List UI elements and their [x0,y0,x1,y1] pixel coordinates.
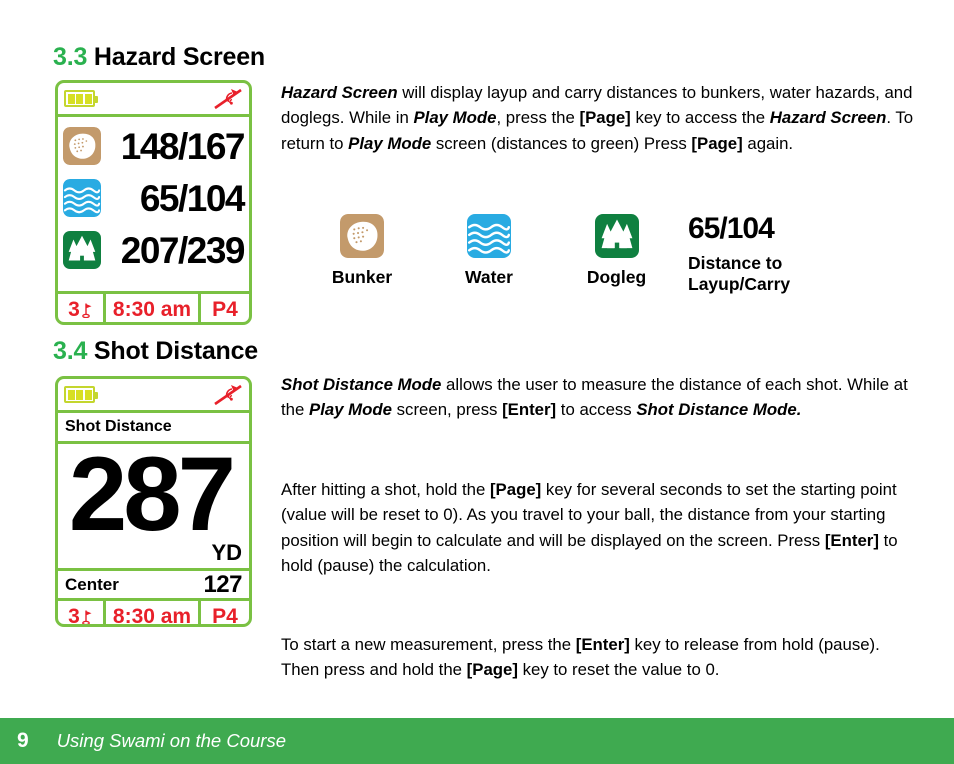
shot-distance-paragraph-3: To start a new measurement, press the [E… [281,635,880,680]
legend-label: Bunker [331,267,393,287]
manual-page: 3.3 Hazard Screen 148/167 65/104 207/239… [0,0,954,764]
shot-distance-paragraph-1: Shot Distance Mode allows the user to me… [281,375,908,420]
par-indicator: P4 [212,604,238,627]
hazard-bottom-bar: 3 8:30 am P4 [58,294,249,322]
center-value: 127 [203,570,242,598]
hazard-row-water: 65/104 [58,172,249,224]
hole-number: 3 [68,604,80,627]
hole-number: 3 [68,297,80,321]
flag-icon [81,609,93,624]
battery-icon [64,90,98,107]
dogleg-icon [594,214,639,258]
bunker-icon [63,127,101,165]
page-footer: 9 Using Swami on the Course [0,718,954,764]
legend-item-bunker: Bunker [299,214,425,288]
section-heading-hazard: 3.3 Hazard Screen [53,43,265,72]
shot-distance-value: 287 [68,436,236,553]
flag-icon [81,302,93,318]
water-icon [467,214,511,258]
battery-icon [64,386,98,403]
bunker-icon [340,214,384,258]
dogleg-icon [63,231,101,269]
hazard-value: 148/167 [120,125,246,167]
hazard-device-screen: 148/167 65/104 207/239 3 8:30 am P4 [55,80,252,325]
hazard-list: 148/167 65/104 207/239 [58,117,249,294]
clock-time: 8:30 am [106,294,201,322]
section-number: 3.4 [53,337,88,365]
hole-indicator: 3 [58,294,106,322]
hazard-value: 65/104 [139,177,246,219]
shot-status-bar [58,379,249,413]
legend-item-water: Water [425,214,553,288]
hazard-legend: Bunker Water Dogleg 65/104 Distance to L… [299,214,790,295]
hazard-row-bunker: 148/167 [58,120,249,172]
hole-indicator: 3 [58,601,106,627]
section-heading-shot-distance: 3.4 Shot Distance [53,337,258,366]
shot-bottom-bar: 3 8:30 am P4 [58,601,249,627]
satellite-icon [213,383,243,407]
shot-distance-reading: 287 YD [58,436,249,571]
footer-title: Using Swami on the Course [56,730,286,751]
page-number: 9 [17,729,29,752]
hazard-description-paragraph: Hazard Screen will display layup and car… [281,83,914,153]
legend-distance-value: 65/104 [688,212,775,245]
section-title: Shot Distance [93,337,259,365]
legend-distance: 65/104 Distance to Layup/Carry [688,214,790,295]
hazard-row-dogleg: 207/239 [58,224,249,276]
section-title: Hazard Screen [93,43,266,71]
legend-item-dogleg: Dogleg [553,214,680,288]
center-distance-row: Center 127 [58,571,249,601]
section-number: 3.3 [53,43,88,71]
hazard-status-bar [58,83,249,117]
legend-label: Water [465,267,513,287]
shot-distance-units: YD [211,540,242,565]
legend-label: Dogleg [586,267,647,287]
center-label: Center [65,574,119,594]
clock-time: 8:30 am [106,601,201,624]
satellite-icon [213,87,243,111]
water-icon [63,179,101,217]
shot-distance-device-screen: Shot Distance 287 YD Center 127 3 8:30 a… [55,376,252,627]
par-indicator: P4 [212,297,238,321]
legend-distance-caption: Distance to Layup/Carry [688,253,791,294]
shot-distance-paragraph-2: After hitting a shot, hold the [Page] ke… [281,480,898,576]
hazard-value: 207/239 [120,229,246,271]
